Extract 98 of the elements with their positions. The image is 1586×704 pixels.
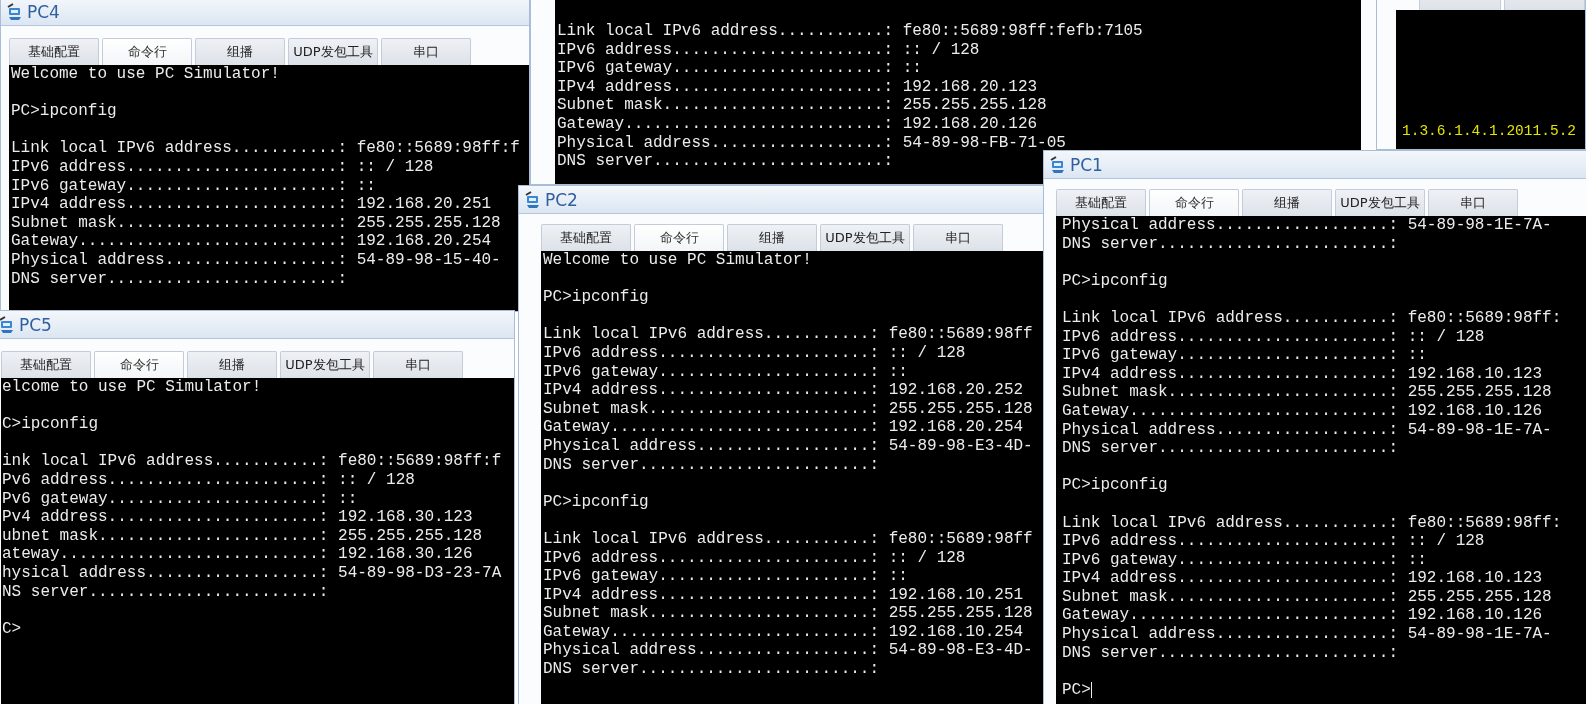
terminal-line: Subnet mask.......................: 255.255.255.128: [1062, 383, 1552, 402]
terminal-line: C>ipconfig: [2, 415, 98, 434]
tab[interactable]: UDP发包工具: [288, 38, 378, 65]
terminal-line: IPv6 address......................: :: / 128: [1062, 532, 1485, 551]
terminal-line: Subnet mask.......................: 255.255.255.128: [11, 213, 501, 233]
tab[interactable]: UDP发包工具: [820, 224, 910, 251]
terminal-line: IPv6 gateway......................: ::: [557, 59, 922, 78]
terminal-line: DNS server........................:: [543, 455, 880, 475]
tab[interactable]: UDP发包工具: [1335, 189, 1425, 216]
terminal-line: IPv6 address......................: :: / 128: [543, 548, 966, 568]
terminal-line: Pv6 address......................: :: / 128: [2, 470, 415, 490]
terminal-line: Gateway...........................: 192.168.20.126: [557, 114, 1038, 134]
tab[interactable]: 命令行: [634, 224, 724, 251]
computer-icon: [1049, 155, 1067, 174]
terminal-line: PC>ipconfig: [11, 102, 117, 121]
terminal-line: Subnet mask.......................: 255.255.255.128: [543, 604, 1033, 623]
terminal-line: Subnet mask.......................: 255.255.255.128: [543, 399, 1033, 419]
computer-icon: [6, 2, 24, 21]
terminal-line: IPv6 address......................: :: / 128: [543, 343, 966, 363]
window-title: PC4: [27, 1, 60, 22]
terminal-line: Physical address..................: 54-89-98-E3-4D-: [543, 436, 1033, 456]
terminal-line: IPv6 gateway......................: ::: [543, 567, 908, 586]
terminal-line: Gateway...........................: 192.168.20.254: [11, 232, 492, 251]
terminal-line: IPv6 gateway......................: ::: [1062, 550, 1427, 570]
terminal-line: Gateway...........................: 192.168.10.254: [543, 622, 1024, 642]
terminal-line: Physical address..................: 54-89-98-1E-7A-: [1062, 420, 1552, 440]
computer-icon: [0, 315, 16, 334]
terminal-line: Welcome to use PC Simulator!: [543, 251, 812, 270]
terminal-line: IPv6 address......................: :: / 128: [11, 157, 434, 177]
terminal-line: DNS server........................:: [1062, 439, 1399, 458]
terminal-line: IPv4 address......................: 192.168.10.123: [1062, 364, 1543, 384]
tab[interactable]: UDP发包工具: [280, 351, 370, 378]
tab[interactable]: 基础配置: [1056, 189, 1146, 216]
window-title: PC5: [19, 314, 52, 335]
terminal-line: IPv4 address......................: 192.168.20.251: [11, 195, 492, 214]
terminal-line: PC>: [1062, 680, 1091, 700]
terminal-line: IPv4 address......................: 192.168.20.123: [557, 77, 1038, 97]
terminal-line: IPv6 address......................: :: / 128: [1062, 327, 1485, 347]
terminal-line: Physical address..................: 54-89-98-1E-7A-: [1062, 625, 1552, 644]
tab[interactable]: 串口: [1428, 189, 1518, 216]
terminal-line: DNS server........................:: [1062, 234, 1399, 254]
terminal-line: IPv6 gateway......................: ::: [11, 176, 376, 196]
terminal-line: PC>ipconfig: [1062, 271, 1168, 291]
terminal-line: Pv4 address......................: 192.168.30.123: [2, 508, 473, 527]
terminal-line: PC>ipconfig: [1062, 476, 1168, 495]
tab[interactable]: 基础配置: [9, 38, 99, 65]
terminal-line: IPv6 address......................: :: / 128: [557, 40, 980, 60]
tab[interactable]: 串口: [373, 351, 463, 378]
terminal-line: Link local IPv6 address...........: fe80::5689:98ff:f: [11, 139, 520, 158]
terminal-line: ink local IPv6 address...........: fe80::5689:98ff:f: [2, 452, 502, 471]
terminal-line: ateway...........................: 192.168.30.126: [2, 545, 473, 564]
tab[interactable]: 命令行: [102, 38, 192, 65]
tab[interactable]: 串口: [381, 38, 471, 65]
window-title: PC2: [545, 189, 578, 210]
terminal-line: Subnet mask.......................: 255.255.255.128: [1062, 587, 1552, 607]
terminal-line: IPv6 gateway......................: ::: [1062, 346, 1427, 365]
terminal-line: Subnet mask.......................: 255.255.255.128: [557, 96, 1047, 115]
terminal-line: Gateway...........................: 192.168.10.126: [1062, 401, 1543, 421]
terminal-line: Link local IPv6 address...........: fe80::5689:98ff:: [1062, 308, 1562, 328]
terminal-line: 1.3.6.1.4.1.2011.5.2: [1402, 122, 1577, 141]
tab[interactable]: 组播: [195, 38, 285, 65]
terminal-line: Physical address..................: 54-89-98-E3-4D-: [543, 641, 1033, 661]
terminal-line: Link local IPv6 address...........: fe80::5689:98ff: [543, 529, 1033, 549]
computer-icon: [524, 190, 542, 209]
window-title: PC1: [1070, 154, 1103, 175]
terminal-line: IPv6 gateway......................: ::: [543, 362, 908, 382]
terminal-line: Gateway...........................: 192.168.20.254: [543, 418, 1024, 437]
terminal-line: hysical address..................: 54-89-98-D3-23-7A: [2, 563, 502, 583]
tab[interactable]: 命令行: [1149, 189, 1239, 216]
terminal-line: IPv4 address......................: 192.168.10.251: [543, 585, 1024, 605]
tab[interactable]: 基础配置: [1, 351, 91, 378]
terminal-line: PC>ipconfig: [543, 492, 649, 512]
terminal-line: DNS server........................:: [11, 269, 348, 289]
terminal-line: DNS server........................:: [557, 152, 894, 171]
tab[interactable]: 组播: [187, 351, 277, 378]
terminal-line: C>: [2, 619, 22, 639]
terminal-line: DNS server........................:: [543, 660, 880, 679]
tab[interactable]: 组播: [1242, 189, 1332, 216]
tab[interactable]: 基础配置: [541, 224, 631, 251]
terminal-line: Link local IPv6 address...........: fe80::5689:98ff:: [1062, 513, 1562, 533]
tab[interactable]: 命令行: [94, 351, 184, 378]
terminal-line: Link local IPv6 address...........: fe80::5689:98ff: [543, 325, 1033, 344]
terminal-line: PC>ipconfig: [543, 288, 649, 307]
terminal-line: IPv4 address......................: 192.168.20.252: [543, 381, 1024, 400]
terminal-line: Link local IPv6 address...........: fe80::5689:98ff:fefb:7105: [557, 22, 1143, 41]
terminal-line: Gateway...........................: 192.168.10.126: [1062, 606, 1543, 626]
terminal-line: DNS server........................:: [1062, 643, 1399, 663]
terminal-line: Welcome to use PC Simulator!: [11, 65, 280, 84]
terminal-line: Pv6 gateway......................: ::: [2, 489, 358, 509]
terminal-line: IPv4 address......................: 192.168.10.123: [1062, 569, 1543, 588]
tab[interactable]: 串口: [913, 224, 1003, 251]
terminal-line: Physical address..................: 54-89-98-1E-7A-: [1062, 216, 1552, 235]
terminal-line: ubnet mask.......................: 255.255.255.128: [2, 526, 483, 546]
terminal-line: NS server........................:: [2, 582, 329, 602]
terminal-line: Physical address..................: 54-89-98-15-40-: [11, 250, 501, 270]
tab[interactable]: 组播: [727, 224, 817, 251]
terminal-line: Physical address..................: 54-89-98-FB-71-05: [557, 133, 1066, 153]
terminal-line: elcome to use PC Simulator!: [2, 378, 262, 397]
